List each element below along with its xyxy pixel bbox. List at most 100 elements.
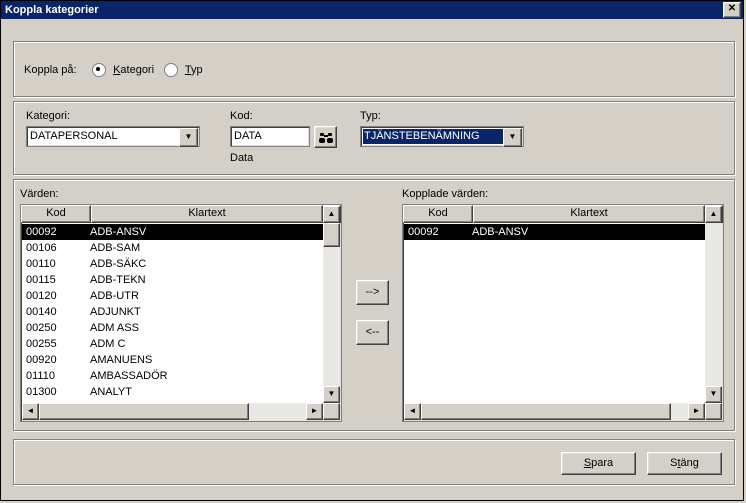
cell-klartext: ADB-SÄKC — [88, 256, 323, 272]
vscrollbar[interactable]: ▲ ▼ — [705, 206, 722, 403]
table-row[interactable]: 00110ADB-SÄKC — [22, 256, 323, 272]
cell-kod: 01300 — [22, 384, 88, 400]
kopplade-label: Kopplade värden: — [402, 188, 488, 200]
group-lists: Värden: Kopplade värden: Kod Klartext 00… — [13, 179, 735, 431]
kod-input[interactable]: DATA — [230, 126, 310, 147]
cell-klartext: ADJUNKT — [88, 304, 323, 320]
hscrollbar[interactable]: ◄ ► — [22, 403, 340, 420]
cell-kod: 00110 — [22, 256, 88, 272]
radio-kategori[interactable]: Kategori — [92, 63, 154, 77]
scroll-corner — [705, 403, 722, 420]
cell-klartext: ADM C — [88, 336, 323, 352]
cell-kod: 00106 — [22, 240, 88, 256]
scroll-down-icon[interactable]: ▼ — [705, 386, 722, 403]
add-button[interactable]: --> — [356, 280, 389, 305]
close-icon[interactable]: ✕ — [723, 2, 741, 18]
cell-klartext: ADM ASS — [88, 320, 323, 336]
scroll-track[interactable] — [323, 223, 340, 386]
window-body: Koppla på: Kategori Typ Kategori: DATAPE… — [1, 19, 743, 500]
scroll-corner — [323, 403, 340, 420]
kod-echo: Data — [230, 152, 253, 164]
koppla-pa-label: Koppla på: — [24, 64, 77, 76]
cell-klartext: ADB-TEKN — [88, 272, 323, 288]
scroll-right-icon[interactable]: ► — [688, 403, 705, 420]
kategori-label: Kategori: — [26, 110, 70, 122]
typ-label: Typ: — [360, 110, 381, 122]
kategori-combo[interactable]: DATAPERSONAL ▼ — [26, 126, 200, 147]
radio-typ-text: Typ — [185, 64, 203, 76]
table-row[interactable]: 01300ANALYT — [22, 384, 323, 400]
group-params: Kategori: DATAPERSONAL ▼ Kod: DATA Data … — [13, 101, 735, 175]
close-button[interactable]: Stäng — [647, 452, 722, 475]
cell-kod: 00115 — [22, 272, 88, 288]
col-klartext[interactable]: Klartext — [91, 205, 323, 223]
cell-kod: 00140 — [22, 304, 88, 320]
remove-button[interactable]: <-- — [356, 320, 389, 345]
right-list[interactable]: Kod Klartext 00092ADB-ANSV ▲ ▼ ◄ ► — [402, 204, 724, 422]
typ-value: TJÄNSTEBENÄMNING — [363, 129, 504, 144]
scroll-right-icon[interactable]: ► — [306, 403, 323, 420]
window: Koppla kategorier ✕ Koppla på: Kategori … — [0, 0, 744, 501]
scroll-thumb[interactable] — [323, 223, 340, 247]
right-list-header: Kod Klartext — [403, 205, 723, 223]
radio-kategori-text: Kategori — [113, 64, 154, 76]
cell-kod: 00255 — [22, 336, 88, 352]
table-row[interactable]: 00255ADM C — [22, 336, 323, 352]
scroll-track[interactable] — [421, 403, 688, 420]
left-rows: 00092ADB-ANSV00106ADB-SAM00110ADB-SÄKC00… — [22, 224, 323, 403]
scroll-left-icon[interactable]: ◄ — [22, 403, 39, 420]
table-row[interactable]: 00092ADB-ANSV — [404, 224, 705, 240]
table-row[interactable]: 00250ADM ASS — [22, 320, 323, 336]
group-actions: Spara Stäng — [13, 439, 735, 485]
cell-klartext: AMBASSADÖR — [88, 368, 323, 384]
cell-klartext: AMANUENS — [88, 352, 323, 368]
table-row[interactable]: 00106ADB-SAM — [22, 240, 323, 256]
vscrollbar[interactable]: ▲ ▼ — [323, 206, 340, 403]
right-rows: 00092ADB-ANSV — [404, 224, 705, 403]
cell-kod: 01110 — [22, 368, 88, 384]
kod-label: Kod: — [230, 110, 253, 122]
col-klartext[interactable]: Klartext — [473, 205, 705, 223]
scroll-thumb[interactable] — [421, 403, 671, 420]
table-row[interactable]: 00120ADB-UTR — [22, 288, 323, 304]
cell-kod: 00120 — [22, 288, 88, 304]
cell-kod: 00092 — [22, 224, 88, 240]
hscrollbar[interactable]: ◄ ► — [404, 403, 722, 420]
cell-kod: 00250 — [22, 320, 88, 336]
table-row[interactable]: 00140ADJUNKT — [22, 304, 323, 320]
scroll-down-icon[interactable]: ▼ — [323, 386, 340, 403]
cell-klartext: ADB-ANSV — [470, 224, 705, 240]
left-list[interactable]: Kod Klartext 00092ADB-ANSV00106ADB-SAM00… — [20, 204, 342, 422]
scroll-up-icon[interactable]: ▲ — [705, 206, 722, 223]
cell-klartext: ADB-UTR — [88, 288, 323, 304]
table-row[interactable]: 00115ADB-TEKN — [22, 272, 323, 288]
save-button[interactable]: Spara — [561, 452, 636, 475]
table-row[interactable]: 00092ADB-ANSV — [22, 224, 323, 240]
titlebar: Koppla kategorier ✕ — [1, 1, 743, 19]
kod-value: DATA — [234, 130, 306, 142]
typ-combo[interactable]: TJÄNSTEBENÄMNING ▼ — [360, 126, 524, 147]
chevron-down-icon[interactable]: ▼ — [503, 128, 522, 147]
radio-dot-icon — [92, 63, 106, 77]
col-kod[interactable]: Kod — [21, 205, 91, 223]
scroll-thumb[interactable] — [39, 403, 249, 420]
cell-klartext: ADB-SAM — [88, 240, 323, 256]
table-row[interactable]: 01110AMBASSADÖR — [22, 368, 323, 384]
radio-typ[interactable]: Typ — [164, 63, 203, 77]
cell-kod: 00092 — [404, 224, 470, 240]
scroll-left-icon[interactable]: ◄ — [404, 403, 421, 420]
window-title: Koppla kategorier — [5, 4, 99, 16]
group-koppla-pa: Koppla på: Kategori Typ — [13, 41, 735, 97]
table-row[interactable]: 00920AMANUENS — [22, 352, 323, 368]
radio-dot-icon — [164, 63, 178, 77]
col-kod[interactable]: Kod — [403, 205, 473, 223]
scroll-track[interactable] — [39, 403, 306, 420]
chevron-down-icon[interactable]: ▼ — [179, 128, 198, 147]
cell-klartext: ADB-ANSV — [88, 224, 323, 240]
scroll-track[interactable] — [705, 223, 722, 386]
kategori-value: DATAPERSONAL — [30, 130, 179, 142]
cell-kod: 00920 — [22, 352, 88, 368]
left-list-header: Kod Klartext — [21, 205, 341, 223]
search-icon[interactable] — [314, 126, 337, 148]
scroll-up-icon[interactable]: ▲ — [323, 206, 340, 223]
